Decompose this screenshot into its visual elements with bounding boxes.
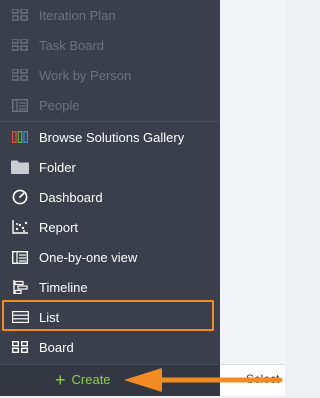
create-menu-panel: Iteration Plan Task Board Work by Person… — [0, 0, 220, 396]
folder-icon — [11, 159, 29, 175]
menu-item-label: One-by-one view — [39, 249, 138, 265]
content-area — [220, 0, 285, 364]
board-icon — [11, 339, 29, 355]
solutions-gallery-icon — [11, 129, 29, 145]
menu-item-label: Browse Solutions Gallery — [39, 129, 185, 145]
menu-item-people: People — [0, 90, 220, 120]
annotation-arrow-icon — [124, 368, 283, 392]
plus-icon: + — [55, 369, 66, 390]
grid-icon — [11, 37, 29, 53]
menu-item-timeline[interactable]: Timeline — [0, 272, 220, 302]
menu-item-label: Iteration Plan — [39, 7, 116, 23]
timeline-icon — [11, 279, 29, 295]
create-button[interactable]: + Create — [55, 369, 111, 390]
menu-item-iteration-plan: Iteration Plan — [0, 0, 220, 30]
menu-item-label: People — [39, 97, 80, 113]
people-list-icon — [11, 97, 29, 113]
create-label: Create — [71, 372, 111, 387]
grid-icon — [11, 67, 29, 83]
menu-item-browse-solutions-gallery[interactable]: Browse Solutions Gallery — [0, 122, 220, 152]
menu-item-board[interactable]: Board — [0, 332, 220, 362]
menu-item-label: Dashboard — [39, 189, 103, 205]
menu-item-report[interactable]: Report — [0, 212, 220, 242]
menu-item-label: Board — [39, 339, 74, 355]
report-icon — [11, 219, 29, 235]
menu-item-dashboard[interactable]: Dashboard — [0, 182, 220, 212]
grid-icon — [11, 7, 29, 23]
menu-item-label: Task Board — [39, 37, 105, 53]
list-highlight-box — [2, 300, 214, 331]
menu-item-folder[interactable]: Folder — [0, 152, 220, 182]
menu-item-label: Folder — [39, 159, 76, 175]
menu-item-label: Work by Person — [39, 67, 132, 83]
menu-item-one-by-one-view[interactable]: One-by-one view — [0, 242, 220, 272]
menu-item-task-board: Task Board — [0, 30, 220, 60]
menu-item-label: Report — [39, 219, 79, 235]
dashboard-icon — [11, 189, 29, 205]
one-by-one-icon — [11, 249, 29, 265]
menu-item-work-by-person: Work by Person — [0, 60, 220, 90]
menu-item-label: Timeline — [39, 279, 88, 295]
